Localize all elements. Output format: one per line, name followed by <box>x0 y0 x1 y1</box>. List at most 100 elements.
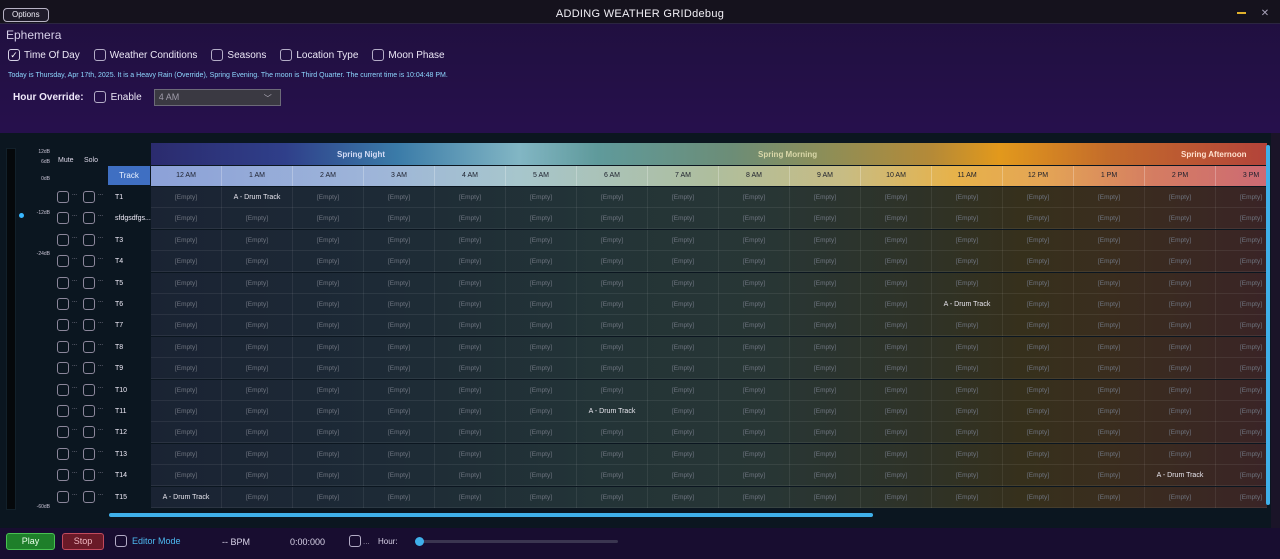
empty-slot[interactable]: [Empty] <box>293 444 364 465</box>
clip-slot[interactable]: A - Drum Track <box>222 187 293 208</box>
solo-checkbox[interactable] <box>83 234 95 246</box>
hour-header-cell[interactable]: 2 AM <box>293 166 364 186</box>
empty-slot[interactable]: [Empty] <box>151 273 222 294</box>
empty-slot[interactable]: [Empty] <box>293 187 364 208</box>
solo-checkbox[interactable] <box>83 212 95 224</box>
empty-slot[interactable]: [Empty] <box>790 358 861 379</box>
empty-slot[interactable]: [Empty] <box>151 444 222 465</box>
empty-slot[interactable]: [Empty] <box>1145 251 1216 272</box>
empty-slot[interactable]: [Empty] <box>1145 208 1216 229</box>
checkbox-icon[interactable] <box>349 535 361 547</box>
empty-slot[interactable]: [Empty] <box>364 380 435 401</box>
empty-slot[interactable]: [Empty] <box>790 380 861 401</box>
empty-slot[interactable]: [Empty] <box>1003 187 1074 208</box>
checkbox-icon[interactable] <box>93 49 106 61</box>
empty-slot[interactable]: [Empty] <box>932 337 1003 358</box>
empty-slot[interactable]: [Empty] <box>506 444 577 465</box>
empty-slot[interactable]: [Empty] <box>790 444 861 465</box>
empty-slot[interactable]: [Empty] <box>506 358 577 379</box>
clip-slot[interactable]: A - Drum Track <box>932 294 1003 315</box>
solo-checkbox[interactable] <box>83 362 95 374</box>
empty-slot[interactable]: [Empty] <box>719 337 790 358</box>
empty-slot[interactable]: [Empty] <box>364 358 435 379</box>
checkbox-icon[interactable] <box>115 535 127 547</box>
hour-header-cell[interactable]: 6 AM <box>577 166 648 186</box>
empty-slot[interactable]: [Empty] <box>861 487 932 508</box>
empty-slot[interactable]: [Empty] <box>861 208 932 229</box>
empty-slot[interactable]: [Empty] <box>719 208 790 229</box>
track-name[interactable]: T8 <box>115 337 123 358</box>
empty-slot[interactable]: [Empty] <box>1003 422 1074 443</box>
empty-slot[interactable]: [Empty] <box>577 380 648 401</box>
empty-slot[interactable]: [Empty] <box>790 251 861 272</box>
mute-checkbox[interactable] <box>57 255 69 267</box>
hour-override-select[interactable]: 4 AM ﹀ <box>153 88 281 106</box>
solo-checkbox[interactable] <box>83 319 95 331</box>
empty-slot[interactable]: [Empty] <box>648 208 719 229</box>
empty-slot[interactable]: [Empty] <box>648 401 719 422</box>
empty-slot[interactable]: [Empty] <box>364 208 435 229</box>
empty-slot[interactable]: [Empty] <box>222 294 293 315</box>
hour-slider-handle[interactable] <box>415 537 424 546</box>
empty-slot[interactable]: [Empty] <box>151 294 222 315</box>
empty-slot[interactable]: [Empty] <box>577 465 648 486</box>
empty-slot[interactable]: [Empty] <box>719 401 790 422</box>
empty-slot[interactable]: [Empty] <box>293 208 364 229</box>
empty-slot[interactable]: [Empty] <box>1003 358 1074 379</box>
empty-slot[interactable]: [Empty] <box>577 273 648 294</box>
mute-checkbox[interactable] <box>57 341 69 353</box>
empty-slot[interactable]: [Empty] <box>1145 487 1216 508</box>
empty-slot[interactable]: [Empty] <box>719 422 790 443</box>
empty-slot[interactable]: [Empty] <box>364 230 435 251</box>
track-name[interactable]: T6 <box>115 294 123 315</box>
empty-slot[interactable]: [Empty] <box>648 251 719 272</box>
empty-slot[interactable]: [Empty] <box>364 273 435 294</box>
empty-slot[interactable]: [Empty] <box>151 380 222 401</box>
empty-slot[interactable]: [Empty] <box>861 358 932 379</box>
empty-slot[interactable]: [Empty] <box>719 187 790 208</box>
track-name[interactable]: T5 <box>115 273 123 294</box>
checkbox-icon[interactable] <box>93 91 106 103</box>
empty-slot[interactable]: [Empty] <box>151 315 222 336</box>
empty-slot[interactable]: [Empty] <box>861 230 932 251</box>
solo-checkbox[interactable] <box>83 277 95 289</box>
mute-checkbox[interactable] <box>57 298 69 310</box>
empty-slot[interactable]: [Empty] <box>1074 251 1145 272</box>
empty-slot[interactable]: [Empty] <box>506 273 577 294</box>
empty-slot[interactable]: [Empty] <box>364 444 435 465</box>
empty-slot[interactable]: [Empty] <box>1074 465 1145 486</box>
empty-slot[interactable]: [Empty] <box>577 251 648 272</box>
empty-slot[interactable]: [Empty] <box>151 230 222 251</box>
filter-seasons[interactable]: Seasons <box>211 48 266 62</box>
clip-slot[interactable]: A - Drum Track <box>151 487 222 508</box>
checkbox-icon[interactable]: ✓ <box>8 49 20 61</box>
checkbox-icon[interactable] <box>280 49 293 61</box>
hour-header-cell[interactable]: 7 AM <box>648 166 719 186</box>
solo-checkbox[interactable] <box>83 255 95 267</box>
empty-slot[interactable]: [Empty] <box>861 465 932 486</box>
empty-slot[interactable]: [Empty] <box>293 273 364 294</box>
empty-slot[interactable]: [Empty] <box>293 337 364 358</box>
empty-slot[interactable]: [Empty] <box>222 358 293 379</box>
empty-slot[interactable]: [Empty] <box>577 358 648 379</box>
empty-slot[interactable]: [Empty] <box>648 294 719 315</box>
empty-slot[interactable]: [Empty] <box>1074 401 1145 422</box>
empty-slot[interactable]: [Empty] <box>435 444 506 465</box>
empty-slot[interactable]: [Empty] <box>293 251 364 272</box>
empty-slot[interactable]: [Empty] <box>719 251 790 272</box>
play-button[interactable]: Play <box>6 533 55 550</box>
mute-checkbox[interactable] <box>57 448 69 460</box>
hour-header-cell[interactable]: 8 AM <box>719 166 790 186</box>
empty-slot[interactable]: [Empty] <box>932 315 1003 336</box>
empty-slot[interactable]: [Empty] <box>364 465 435 486</box>
empty-slot[interactable]: [Empty] <box>861 294 932 315</box>
solo-checkbox[interactable] <box>83 405 95 417</box>
empty-slot[interactable]: [Empty] <box>648 358 719 379</box>
empty-slot[interactable]: [Empty] <box>506 315 577 336</box>
empty-slot[interactable]: [Empty] <box>932 251 1003 272</box>
empty-slot[interactable]: [Empty] <box>151 358 222 379</box>
empty-slot[interactable]: [Empty] <box>222 208 293 229</box>
empty-slot[interactable]: [Empty] <box>648 230 719 251</box>
empty-slot[interactable]: [Empty] <box>222 422 293 443</box>
empty-slot[interactable]: [Empty] <box>1145 315 1216 336</box>
